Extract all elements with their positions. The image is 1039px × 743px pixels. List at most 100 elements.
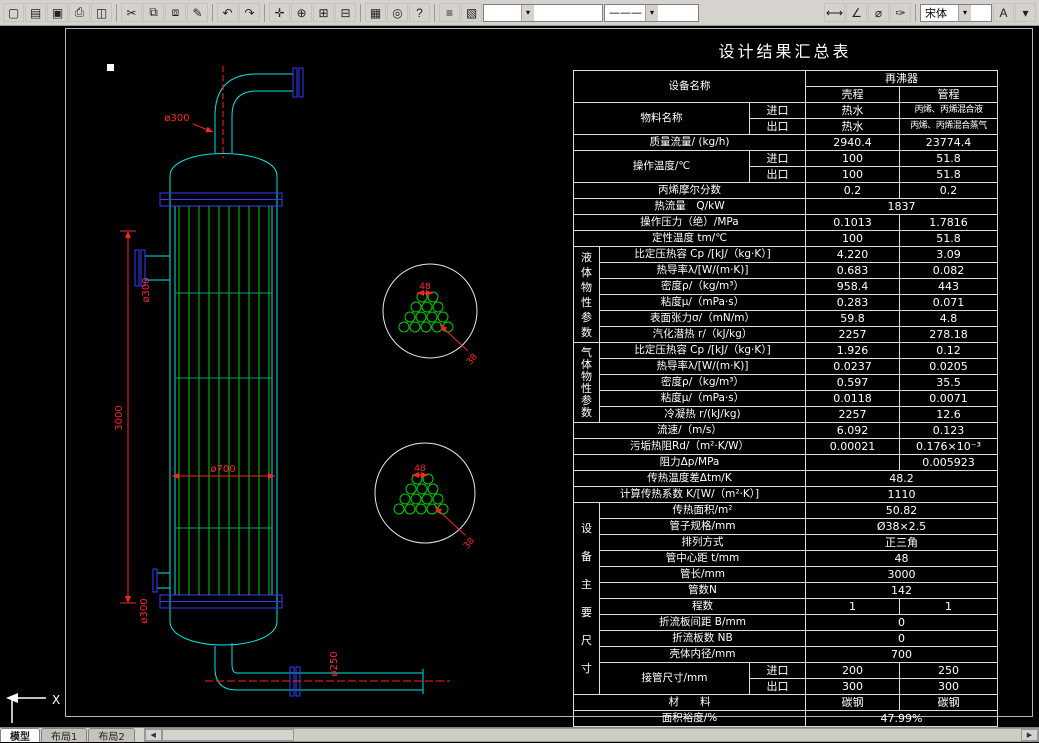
table-row: 排列方式 正三角 (574, 534, 998, 551)
row-label: 管中心距 t/mm (599, 550, 806, 567)
table-row: 污垢热阻Rd/（m²·K/W） 0.00021 0.176×10⁻³ (573, 438, 998, 455)
support-plates (175, 292, 272, 529)
new-button[interactable]: ▢ (3, 3, 24, 22)
orbit-button[interactable]: ◎ (387, 3, 408, 22)
row-label: 流速/（m/s） (573, 422, 806, 439)
combined-value: 0 (805, 630, 998, 647)
paste-button[interactable]: ⧈ (165, 3, 186, 22)
table-row: 热导率λ/[W/(m·K)] 0.683 0.082 (574, 262, 998, 279)
toolbar-separator (116, 3, 117, 22)
row-label: 物料名称 (573, 102, 750, 135)
tube-value: 51.8 (899, 150, 998, 167)
help-button[interactable]: ? (409, 3, 430, 22)
table-row: 操作温度/℃ 进口 100 51.8 (573, 150, 998, 183)
linetype-dropdown[interactable]: ——— ▾ (604, 3, 699, 22)
tab-layout1[interactable]: 布局1 (41, 728, 88, 743)
sub-label: 进口 (749, 150, 806, 167)
overflow-button[interactable]: ▾ (1015, 3, 1036, 22)
table-row: 折流板数 NB 0 (574, 630, 998, 647)
open-button[interactable]: ▤ (25, 3, 46, 22)
save-button[interactable]: ▣ (47, 3, 68, 22)
row-label: 折流板间距 B/mm (599, 614, 806, 631)
table-row: 设备名称 再沸器 (573, 70, 998, 103)
match-properties-button[interactable]: ✎ (187, 3, 208, 22)
shell-value: 0.2 (805, 182, 900, 199)
combined-value: 1837 (805, 198, 998, 215)
shell-value: 0.283 (805, 294, 900, 311)
copy-button[interactable]: ⧉ (143, 3, 164, 22)
zoom-realtime-button[interactable]: ⊕ (291, 3, 312, 22)
equipment-name: 再沸器 (805, 70, 998, 87)
layer-dropdown[interactable]: ▾ (483, 3, 603, 22)
table-row: 面积裕度/% 47.99% (573, 710, 998, 727)
shell-value: 0.597 (805, 374, 900, 391)
row-label: 热导率λ/[W/(m·K)] (599, 262, 806, 279)
tube-value: 35.5 (899, 374, 998, 391)
combined-value: 48 (805, 550, 998, 567)
grip-point[interactable] (107, 64, 114, 71)
named-views-button[interactable]: ▦ (365, 3, 386, 22)
print-preview-button[interactable]: ◫ (91, 3, 112, 22)
layout-tab-bar: 模型 布局1 布局2 ◀ ▶ (0, 727, 1039, 743)
group-label-size: 设备主要尺寸 (573, 502, 600, 695)
text-button[interactable]: A (993, 3, 1014, 22)
zoom-window-button[interactable]: ⊞ (313, 3, 334, 22)
dim-linear-button[interactable]: ⟷ (824, 3, 845, 22)
dim-tube-od-2: 38 (462, 536, 477, 551)
tube-value: 0.082 (899, 262, 998, 279)
text-style-dropdown[interactable]: 宋体 ▾ (920, 3, 992, 22)
horizontal-scrollbar[interactable]: ◀ ▶ (143, 728, 1039, 742)
table-row: 物料名称 进口 热水 丙烯、丙烯混合液 (573, 102, 998, 135)
table-row: 表面张力σ/（mN/m） 59.8 4.8 (574, 310, 998, 327)
dim-angular-button[interactable]: ∠ (846, 3, 867, 22)
layers-button[interactable]: ≡ (439, 3, 460, 22)
row-label: 计算传热系数 K/[W/（m²·K）] (573, 486, 806, 503)
scrollbar-thumb[interactable] (161, 729, 294, 741)
tube-value: 0.0071 (899, 390, 998, 407)
combined-value: 0 (805, 614, 998, 631)
group-label-gas: 气体物性参数 (573, 342, 600, 423)
table-row: 丙烯摩尔分数 0.2 0.2 (573, 182, 998, 199)
row-label: 定性温度 tm/℃ (573, 230, 806, 247)
cut-button[interactable]: ✂ (121, 3, 142, 22)
tube-value: 51.8 (899, 230, 998, 247)
tube-value: 0.2 (899, 182, 998, 199)
combined-value: 3000 (805, 566, 998, 583)
shell-value: 热水 (805, 118, 900, 135)
shell-value: 59.8 (805, 310, 900, 327)
tube-layout-detail-1: 48 38 (382, 263, 480, 367)
redo-button[interactable]: ↷ (239, 3, 260, 22)
scroll-left-icon[interactable]: ◀ (144, 729, 162, 741)
row-label: 粘度μ/（mPa·s） (599, 390, 806, 407)
row-label: 污垢热阻Rd/（m²·K/W） (573, 438, 806, 455)
group-label-liquid: 液体物性参数 (573, 246, 600, 343)
scrollbar-track[interactable] (294, 729, 1021, 741)
zoom-previous-button[interactable]: ⊟ (335, 3, 356, 22)
dim-shell-inner-diameter: ø700 (210, 464, 235, 475)
tube-value: 250 (899, 662, 998, 679)
scroll-right-icon[interactable]: ▶ (1021, 729, 1038, 741)
ucs-icon: X (6, 693, 60, 723)
row-label: 管数N (599, 582, 806, 599)
layer-previous-button[interactable]: ▧ (461, 3, 482, 22)
dim-radius-button[interactable]: ⌀ (868, 3, 889, 22)
undo-button[interactable]: ↶ (217, 3, 238, 22)
tab-layout2[interactable]: 布局2 (88, 728, 135, 743)
results-table: 设备名称 再沸器 壳程 管程 物料名称 进口 热水 丙烯、丙烯混合液 出口 热水… (573, 70, 998, 727)
tube-value: 278.18 (899, 326, 998, 343)
row-label: 接管尺寸/mm (599, 662, 750, 695)
pan-button[interactable]: ✛ (269, 3, 290, 22)
shell-value: 0.683 (805, 262, 900, 279)
drawing-canvas[interactable]: ø300 ø300 3000 ø700 ø300 ø250 48 38 48 3… (0, 26, 1039, 727)
tube-value: 0.12 (899, 342, 998, 359)
dim-style-button[interactable]: ✑ (890, 3, 911, 22)
table-row: 计算传热系数 K/[W/（m²·K）] 1110 (573, 486, 998, 503)
table-row: 操作压力（绝）/MPa 0.1013 1.7816 (573, 214, 998, 231)
tab-model[interactable]: 模型 (0, 728, 40, 743)
row-label: 面积裕度/% (573, 710, 806, 727)
row-label: 材 料 (573, 694, 806, 711)
table-row: 材 料 碳钢 碳钢 (573, 694, 998, 711)
page-title: 设计结果汇总表 (718, 42, 852, 61)
toolbar-separator (434, 3, 435, 22)
print-button[interactable]: ⎙ (69, 3, 90, 22)
